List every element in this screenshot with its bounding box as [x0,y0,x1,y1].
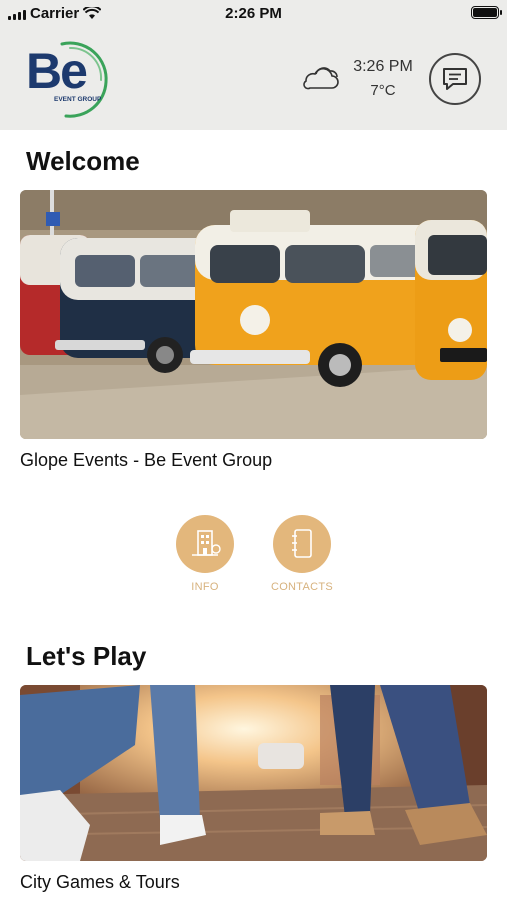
contacts-circle [273,515,331,573]
logo-text: Be [26,43,88,99]
play-title: Let's Play [26,641,147,671]
welcome-title: Welcome [26,146,140,176]
welcome-image[interactable] [20,190,487,439]
address-book-icon [292,529,312,558]
weather-time: 3:26 PM [353,58,413,75]
chat-button[interactable] [429,53,481,105]
contacts-label: CONTACTS [270,581,334,593]
info-button[interactable]: INFO [170,515,240,593]
logo[interactable]: Be EVENT GROUP [22,40,112,120]
chat-icon [443,68,467,90]
status-time: 2:26 PM [225,5,282,22]
weather-temp: 7°C [370,82,396,99]
vw-vans-illustration [20,190,487,439]
logo-subtext: EVENT GROUP [54,96,102,103]
status-bar: Carrier 2:26 PM [0,0,507,26]
welcome-caption: Glope Events - Be Event Group [20,450,273,470]
cloud-icon [303,67,339,90]
street-legs-photo [20,685,487,861]
info-label: INFO [191,581,219,593]
info-circle [176,515,234,573]
contacts-button[interactable]: CONTACTS [267,515,337,593]
building-info-icon [192,530,221,556]
play-image[interactable] [20,685,487,861]
play-caption: City Games & Tours [20,872,180,892]
header: Be EVENT GROUP 3:26 PM 7°C [0,26,507,130]
battery-icon [471,6,502,19]
